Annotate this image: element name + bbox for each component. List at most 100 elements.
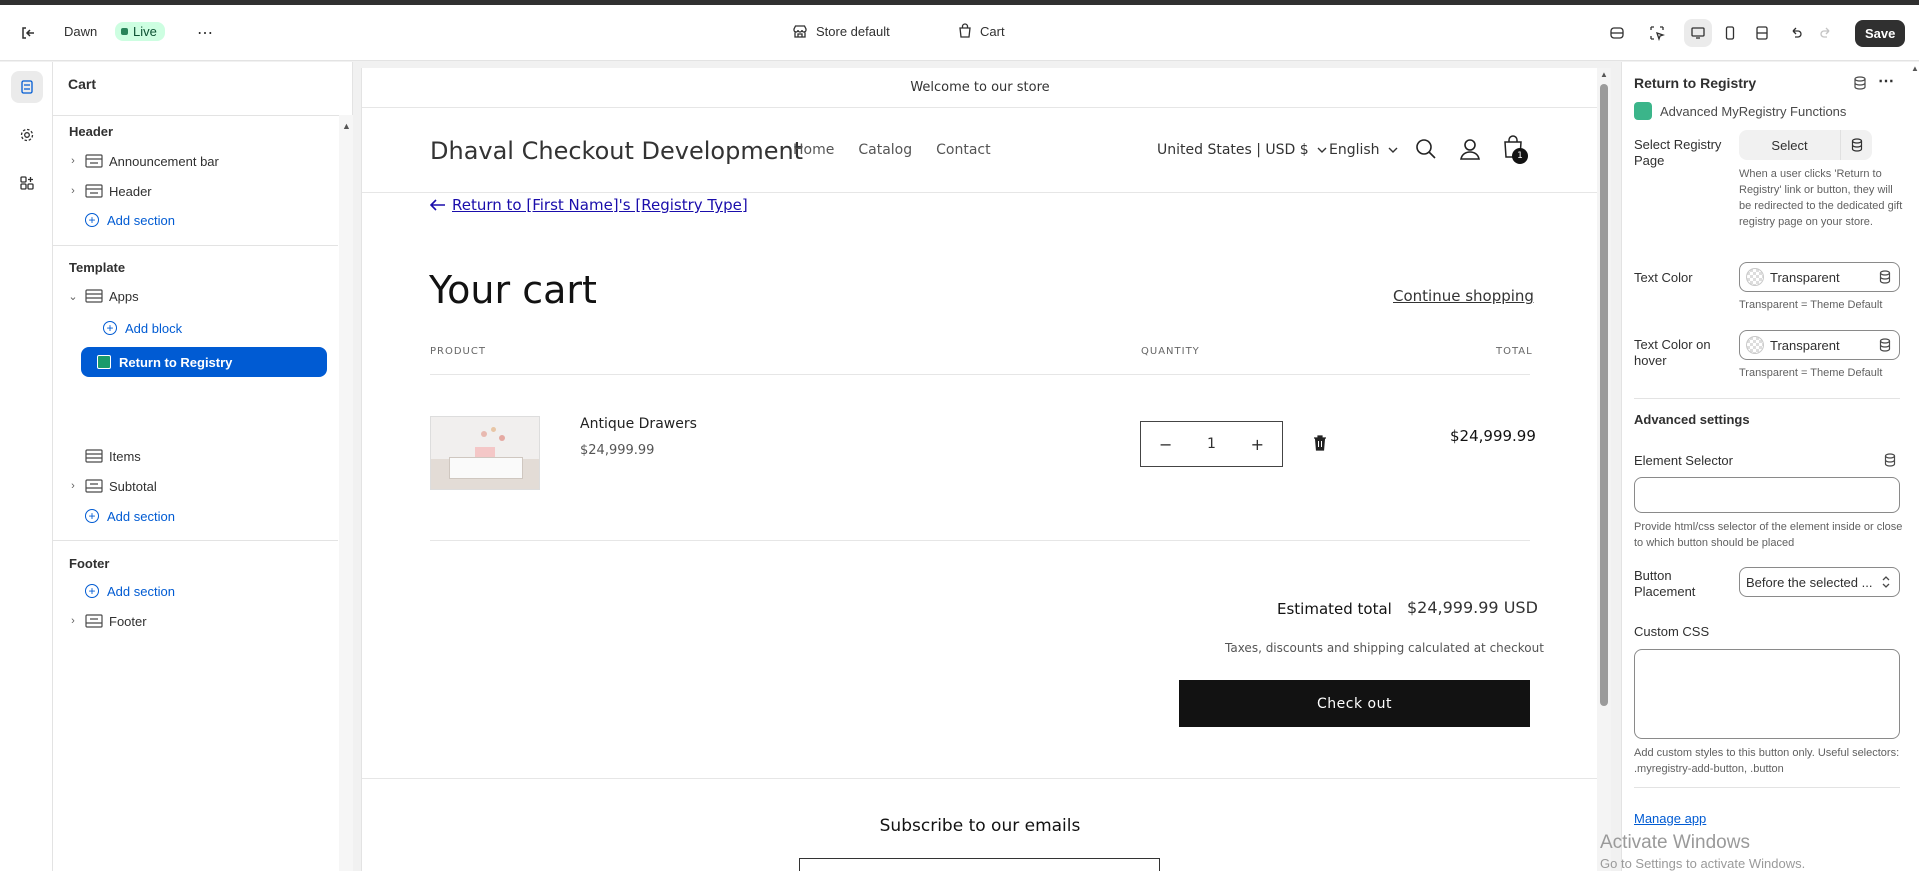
add-section-header[interactable]: + Add section [85,206,175,234]
store-logo[interactable]: Dhaval Checkout Development [430,137,803,165]
app-attribution: Advanced MyRegistry Functions [1634,102,1846,120]
add-block[interactable]: + Add block [103,314,182,342]
hover-color-picker[interactable]: Transparent [1739,330,1900,360]
nav-catalog[interactable]: Catalog [858,142,912,158]
add-section-footer[interactable]: + Add section [85,577,175,605]
theme-settings-icon[interactable] [11,119,43,151]
theme-name[interactable]: Dawn [64,24,97,39]
section-announcement-bar[interactable]: › Announcement bar [65,147,219,175]
scroll-up-icon[interactable]: ▲ [1600,70,1608,79]
tax-note: Taxes, discounts and shipping calculated… [1225,641,1544,655]
section-items[interactable]: Items [81,442,141,470]
header-divider [362,192,1597,193]
minus-icon[interactable]: − [1159,435,1172,454]
chevron-down-icon[interactable]: ⌄ [65,290,81,303]
button-placement-value: Before the selected ... [1746,574,1873,590]
save-button[interactable]: Save [1855,20,1906,47]
apps-icon[interactable] [11,167,43,199]
section-subtotal[interactable]: › Subtotal [65,472,157,500]
sidebar-rail [0,62,53,871]
dynamic-source-icon[interactable] [1853,76,1867,93]
section-footer[interactable]: › Footer [65,607,146,635]
add-block-label: Add block [125,320,183,336]
subscribe-heading: Subscribe to our emails [879,816,1081,836]
divider [1634,787,1900,788]
product-thumbnail[interactable] [430,416,540,490]
dynamic-source-icon[interactable] [1840,130,1872,160]
nav-home[interactable]: Home [793,142,834,158]
search-icon[interactable] [1415,138,1437,164]
preview-scrollbar[interactable]: ▲ [1597,68,1611,871]
custom-css-textarea[interactable] [1634,649,1900,739]
sections-icon[interactable] [11,71,43,103]
text-color-picker[interactable]: Transparent [1739,262,1900,292]
gift-icon [97,355,111,369]
items-divider [430,540,1530,541]
plus-icon[interactable]: + [1251,435,1264,454]
quantity-stepper[interactable]: − 1 + [1140,421,1283,467]
item-name[interactable]: Antique Drawers [580,416,697,432]
select-page-button[interactable]: Select [1739,130,1840,160]
registry-link-text: Return to [First Name]'s [Registry Type] [452,196,748,214]
account-icon[interactable] [1459,138,1481,164]
more-actions-icon[interactable]: ⋯ [191,19,219,47]
section-header[interactable]: › Header [65,177,151,205]
chevron-right-icon[interactable]: › [65,185,81,197]
fullscreen-view-icon[interactable] [1748,19,1776,47]
app-logo-icon [1634,102,1652,120]
email-input[interactable] [799,858,1160,871]
divider [53,115,353,116]
language-label: English [1329,142,1380,158]
mobile-view-icon[interactable] [1716,19,1744,47]
block-return-to-registry[interactable]: Return to Registry [81,347,327,377]
panel-scrollbar[interactable]: ▲ [339,115,353,871]
color-swatch[interactable] [1746,268,1764,286]
chevron-right-icon[interactable]: › [65,615,81,627]
select-element-icon[interactable] [1643,19,1671,47]
continue-shopping-link[interactable]: Continue shopping [1393,287,1534,305]
store-icon [793,25,807,38]
page-selector[interactable]: Cart [958,23,1005,39]
add-section-template[interactable]: + Add section [85,502,175,530]
dynamic-source-icon[interactable] [1884,453,1896,467]
button-placement-select[interactable]: Before the selected ... [1739,567,1900,597]
divider [53,540,338,541]
live-badge: Live [115,22,165,41]
section-icon [85,289,103,303]
color-swatch[interactable] [1746,336,1764,354]
col-total: TOTAL [1496,346,1533,357]
return-to-registry-link[interactable]: Return to [First Name]'s [Registry Type] [430,196,748,214]
redo-icon[interactable] [1812,19,1840,47]
panel-scrollbar[interactable]: ▲ [1910,62,1919,871]
button-placement-label: Button Placement [1634,568,1696,599]
undo-icon[interactable] [1782,19,1810,47]
chevron-right-icon[interactable]: › [65,480,81,492]
element-selector-input[interactable] [1634,477,1900,513]
quantity-value[interactable]: 1 [1207,436,1216,452]
nav-contact[interactable]: Contact [936,142,990,158]
exit-icon[interactable] [14,19,42,47]
plus-circle-icon: + [103,321,117,335]
live-badge-label: Live [133,24,157,39]
section-label: Apps [109,288,139,304]
announcement-bar: Welcome to our store [362,68,1597,108]
desktop-view-icon[interactable] [1684,19,1712,47]
item-price: $24,999.99 [580,443,655,458]
store-selector[interactable]: Store default [792,23,890,39]
col-product: PRODUCT [430,346,486,357]
element-selector-help: Provide html/css selector of the element… [1634,521,1903,549]
language-selector[interactable]: English [1329,142,1398,158]
section-label: Items [109,448,141,464]
live-dot-icon [121,28,128,35]
cart-count-badge: 1 [1512,148,1528,164]
country-selector[interactable]: United States | USD $ [1157,142,1327,158]
inspector-icon[interactable] [1603,19,1631,47]
scrollbar-thumb[interactable] [1600,84,1608,706]
manage-app-link[interactable]: Manage app [1634,811,1706,826]
more-options-icon[interactable]: ⋯ [1878,71,1894,91]
section-apps[interactable]: ⌄ Apps [65,282,139,310]
chevron-right-icon[interactable]: › [65,155,81,167]
checkout-button[interactable]: Check out [1179,680,1530,727]
trash-icon[interactable] [1313,435,1327,455]
col-quantity: QUANTITY [1141,346,1200,357]
